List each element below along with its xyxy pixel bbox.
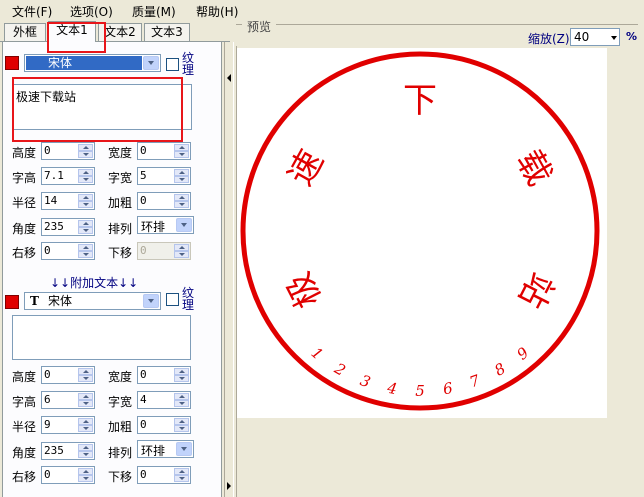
extra-height-stepper[interactable]: 0 (41, 366, 95, 384)
menu-file[interactable]: 文件(F) (12, 3, 52, 20)
char-height-stepper[interactable]: 7.1 (41, 167, 95, 185)
right-shift-stepper[interactable]: 0 (41, 242, 95, 260)
down-shift-label: 下移 (108, 246, 133, 260)
tab-text1[interactable]: 文本1 (48, 21, 96, 42)
down-shift-stepper: 0 (137, 242, 191, 260)
height-stepper[interactable]: 0 (41, 142, 95, 160)
stamp-number: 8 (491, 359, 508, 379)
extra-angle-stepper[interactable]: 235 (41, 442, 95, 460)
chevron-down-icon[interactable] (611, 36, 617, 40)
angle-stepper[interactable]: 235 (41, 218, 95, 236)
char-width-stepper[interactable]: 5 (137, 167, 191, 185)
zoom-select[interactable]: 40 (570, 28, 620, 46)
stamp-char: 载 (508, 143, 559, 192)
menu-help[interactable]: 帮助(H) (196, 3, 238, 20)
stamp-preview: 极 速 下载站 123 4 5 6 789 (240, 51, 600, 411)
tab-bar: 外框 文本1 文本2 文本3 (0, 20, 230, 42)
stamp-char: 站 (510, 266, 561, 314)
panel-splitter[interactable] (224, 42, 234, 497)
extra-font-value: 宋体 (48, 294, 73, 308)
font-select[interactable]: T 宋体 (24, 54, 161, 72)
tab-text2[interactable]: 文本2 (98, 23, 142, 41)
stamp-number: 4 (385, 379, 399, 399)
extra-color-swatch[interactable] (5, 295, 19, 309)
extra-width-label: 宽度 (108, 370, 133, 384)
extra-width-stepper[interactable]: 0 (137, 366, 191, 384)
radius-stepper[interactable]: 14 (41, 192, 95, 210)
chevron-down-icon[interactable] (176, 442, 192, 456)
extra-radius-label: 半径 (12, 420, 37, 434)
chevron-down-icon[interactable] (143, 294, 159, 308)
extra-down-shift-label: 下移 (108, 470, 133, 484)
stamp-number: 3 (358, 371, 373, 391)
extra-char-height-stepper[interactable]: 6 (41, 391, 95, 409)
extra-bold-label: 加粗 (108, 420, 133, 434)
height-label: 高度 (12, 146, 37, 160)
menu-options[interactable]: 选项(O) (70, 3, 113, 20)
extra-down-shift-stepper[interactable]: 0 (137, 466, 191, 484)
additional-text-heading: ↓↓附加文本↓↓ (50, 276, 139, 290)
stamp-char: 下 (403, 81, 437, 121)
extra-char-width-stepper[interactable]: 4 (137, 391, 191, 409)
zoom-label: 缩放(Z) (528, 32, 570, 46)
stamp-canvas: 极 速 下载站 123456789 (237, 48, 607, 418)
chevron-down-icon[interactable] (176, 218, 192, 232)
menu-quality[interactable]: 质量(M) (132, 3, 176, 20)
texture-checkbox[interactable] (166, 58, 179, 71)
stamp-text-input[interactable]: 极速下载站 (12, 84, 192, 130)
zoom-unit: % (626, 30, 638, 43)
radius-label: 半径 (12, 196, 37, 210)
arrange-label: 排列 (108, 222, 133, 236)
bold-label: 加粗 (108, 196, 133, 210)
extra-font-select[interactable]: T 宋体 (24, 292, 161, 310)
extra-right-shift-stepper[interactable]: 0 (41, 466, 95, 484)
font-value: 宋体 (26, 56, 142, 70)
extra-right-shift-label: 右移 (12, 470, 37, 484)
extra-angle-label: 角度 (12, 446, 37, 460)
stamp-number: 5 (415, 382, 425, 400)
text-color-swatch[interactable] (5, 56, 19, 70)
char-height-label: 字高 (12, 171, 37, 185)
stamp-number: 6 (442, 379, 455, 398)
collapse-left-icon[interactable] (227, 74, 231, 82)
extra-height-label: 高度 (12, 370, 37, 384)
stamp-number: 1 (308, 344, 327, 364)
angle-label: 角度 (12, 222, 37, 236)
right-shift-label: 右移 (12, 246, 37, 260)
extra-bold-stepper[interactable]: 0 (137, 416, 191, 434)
stamp-number: 2 (331, 359, 349, 380)
width-label: 宽度 (108, 146, 133, 160)
divider (236, 24, 242, 25)
preview-label: 预览 (247, 20, 272, 34)
extra-texture-checkbox[interactable] (166, 293, 179, 306)
extra-texture-label: 纹理 (182, 286, 195, 312)
texture-label: 纹理 (182, 51, 195, 77)
extra-char-height-label: 字高 (12, 395, 37, 409)
chevron-down-icon[interactable] (143, 56, 159, 70)
extra-char-width-label: 字宽 (108, 395, 133, 409)
extra-text-input[interactable] (12, 315, 191, 360)
bold-stepper[interactable]: 0 (137, 192, 191, 210)
expand-right-icon[interactable] (227, 482, 231, 490)
arrange-select[interactable]: 环排 (137, 216, 194, 234)
extra-radius-stepper[interactable]: 9 (41, 416, 95, 434)
tab-frame[interactable]: 外框 (4, 23, 46, 41)
menu-bar: 文件(F) 选项(O) 质量(M) 帮助(H) (0, 0, 644, 20)
width-stepper[interactable]: 0 (137, 142, 191, 160)
extra-arrange-select[interactable]: 环排 (137, 440, 194, 458)
stamp-char: 极 (279, 266, 330, 314)
char-width-label: 字宽 (108, 171, 133, 185)
stamp-char: 速 (281, 143, 332, 192)
stamp-number: 7 (467, 371, 483, 391)
stamp-number: 9 (513, 343, 532, 363)
extra-arrange-label: 排列 (108, 446, 133, 460)
tab-text3[interactable]: 文本3 (144, 23, 190, 41)
divider (276, 24, 638, 25)
